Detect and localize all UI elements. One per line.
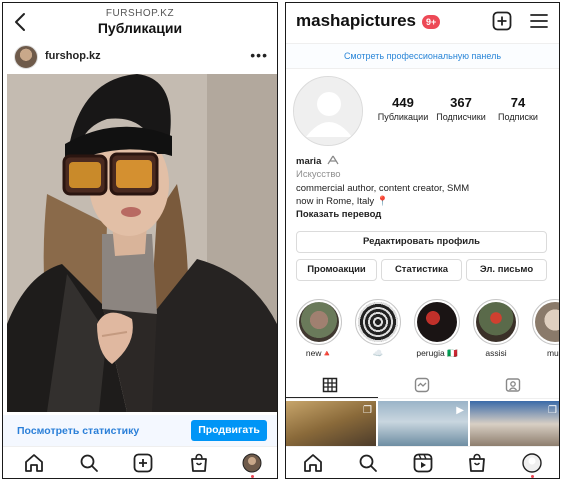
story-label: mus: [546, 348, 559, 358]
stat-label: Подписки: [498, 112, 538, 122]
bottom-nav: [3, 446, 277, 478]
post-username[interactable]: furshop.kz: [45, 50, 101, 62]
story-label: ☁️: [372, 348, 384, 358]
following-count[interactable]: 74 Подписки: [485, 95, 551, 122]
email-button[interactable]: Эл. письмо: [466, 259, 547, 281]
profile-name-text: maria: [296, 156, 322, 167]
shop-icon[interactable]: [188, 453, 210, 473]
post-author-row: furshop.kz •••: [3, 41, 277, 73]
bio-line: now in Rome, Italy 📍: [296, 196, 389, 207]
edit-profile-button[interactable]: Редактировать профиль: [296, 231, 547, 253]
profile-screen: mashapictures 9+ Смотреть профессиональн…: [285, 2, 560, 479]
story-image: [299, 302, 339, 342]
promote-button[interactable]: Продвигать: [191, 420, 267, 441]
search-icon[interactable]: [357, 453, 379, 473]
profile-content-tabs: [286, 375, 559, 399]
story-image: [358, 302, 398, 342]
add-icon[interactable]: [492, 11, 512, 31]
insights-bar: Посмотреть статистику Продвигать: [3, 415, 277, 447]
insights-button[interactable]: Статистика: [381, 259, 462, 281]
active-tab-indicator: [286, 397, 378, 398]
video-play-icon: ▶: [456, 405, 464, 416]
multiple-photos-icon: ❐: [363, 405, 372, 416]
story-highlight[interactable]: perugia 🇮🇹: [414, 299, 460, 359]
threads-icon[interactable]: [327, 155, 339, 165]
story-image: [476, 302, 516, 342]
see-translation-link[interactable]: Показать перевод: [296, 209, 381, 220]
story-image: [535, 302, 559, 342]
avatar[interactable]: [14, 45, 38, 69]
post-header: FURSHOP.KZ Публикации: [3, 3, 277, 41]
default-avatar-icon: [294, 77, 362, 145]
story-ring: [473, 299, 519, 345]
grid-post[interactable]: ❐: [286, 401, 376, 447]
story-label: assisi: [485, 348, 507, 358]
notification-badge[interactable]: 9+: [422, 15, 441, 29]
header-subtitle: FURSHOP.KZ: [105, 8, 175, 19]
post-screen: FURSHOP.KZ Публикации furshop.kz ••• Пос…: [2, 2, 278, 479]
tagged-icon[interactable]: [505, 377, 521, 393]
story-ring: [532, 299, 559, 345]
shop-icon[interactable]: [466, 453, 488, 473]
profile-icon[interactable]: [241, 453, 263, 473]
post-photo-illustration: [7, 74, 277, 412]
profile-name: maria: [296, 155, 339, 167]
story-ring: [355, 299, 401, 345]
add-icon[interactable]: [132, 453, 154, 473]
stat-number: 449: [392, 95, 414, 110]
profile-username[interactable]: mashapictures: [296, 11, 416, 31]
grid-icon[interactable]: [322, 377, 338, 393]
grid-post[interactable]: ❐: [470, 401, 559, 447]
promotions-button[interactable]: Промоакции: [296, 259, 377, 281]
post-photo[interactable]: [7, 74, 277, 412]
story-label: new🔺: [305, 348, 333, 358]
home-icon[interactable]: [302, 453, 324, 473]
notification-dot: [531, 475, 534, 478]
grid-post[interactable]: ▶: [378, 401, 468, 447]
story-label: perugia 🇮🇹: [416, 348, 458, 358]
view-insights-link[interactable]: Посмотреть статистику: [17, 425, 139, 437]
reels-icon[interactable]: [414, 377, 430, 393]
story-highlight[interactable]: ☁️: [355, 299, 401, 359]
avatar[interactable]: [293, 76, 363, 146]
menu-icon[interactable]: [529, 12, 549, 30]
profile-icon[interactable]: [521, 453, 543, 473]
story-highlight[interactable]: new🔺: [296, 299, 342, 359]
bottom-nav: [286, 446, 559, 478]
profile-header: mashapictures 9+: [286, 3, 559, 41]
professional-dashboard-link[interactable]: Смотреть профессиональную панель: [286, 43, 559, 69]
story-image: [417, 302, 457, 342]
story-highlight[interactable]: assisi: [473, 299, 519, 358]
home-icon[interactable]: [23, 453, 45, 473]
stat-number: 74: [510, 95, 526, 110]
story-ring: [296, 299, 342, 345]
page-title: Публикации: [97, 20, 183, 36]
story-highlight[interactable]: mus: [532, 299, 559, 358]
story-ring: [414, 299, 460, 345]
stat-label: Публикации: [377, 112, 429, 122]
bio-line: commercial author, content creator, SMM: [296, 183, 470, 194]
more-options-icon[interactable]: •••: [250, 47, 268, 63]
posts-count[interactable]: 449 Публикации: [370, 95, 436, 122]
search-icon[interactable]: [78, 453, 100, 473]
multiple-photos-icon: ❐: [548, 405, 557, 416]
profile-category: Искусство: [296, 169, 341, 180]
reels-icon[interactable]: [412, 453, 434, 473]
notification-dot: [251, 475, 254, 478]
